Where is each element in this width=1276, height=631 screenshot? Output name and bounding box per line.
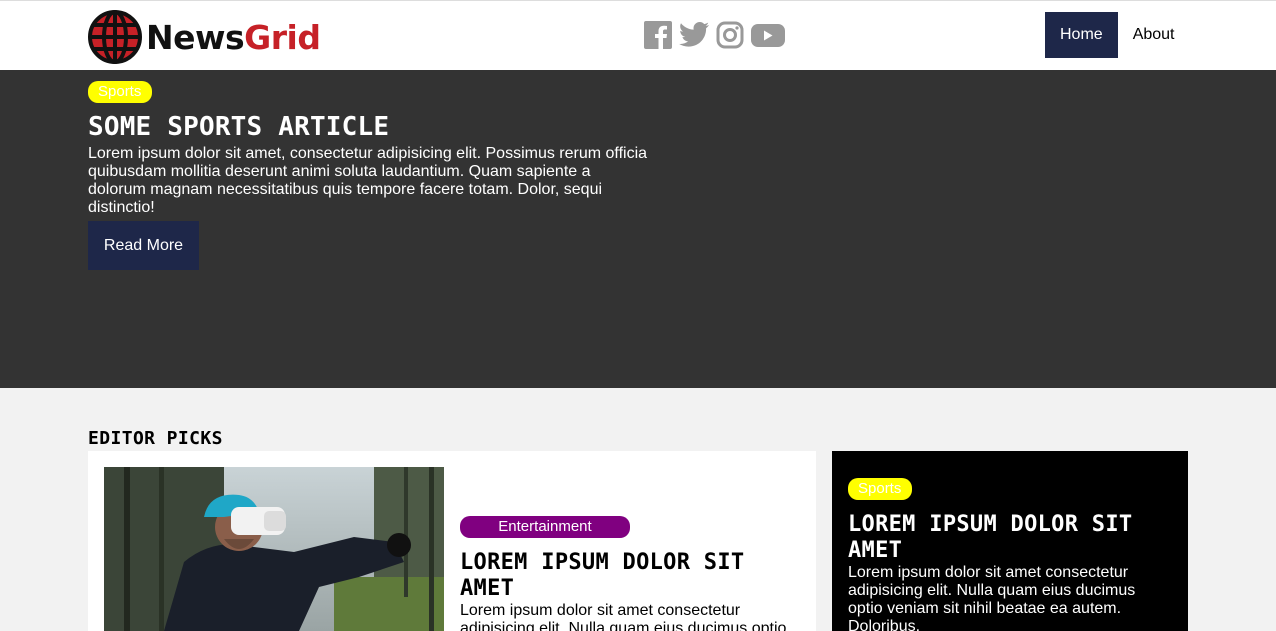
globe-icon [88, 10, 142, 64]
brand-logo[interactable]: NewsGrid [88, 10, 321, 64]
brand-name-part2: Grid [244, 17, 321, 57]
read-more-button[interactable]: Read More [88, 221, 199, 270]
card-text: Lorem ipsum dolor sit amet consectetur a… [460, 602, 787, 631]
editor-pick-card-side[interactable]: Sports LOREM IPSUM DOLOR SIT AMET Lorem … [832, 451, 1188, 631]
editor-pick-card-main[interactable]: Entertainment LOREM IPSUM DOLOR SIT AMET… [88, 451, 816, 631]
navbar: NewsGrid Home About [0, 0, 1276, 70]
social-links [644, 21, 786, 49]
youtube-icon[interactable] [750, 21, 786, 49]
brand-name: NewsGrid [146, 17, 321, 57]
facebook-icon[interactable] [644, 21, 672, 49]
nav-about-link[interactable]: About [1118, 12, 1190, 58]
instagram-icon[interactable] [716, 21, 744, 49]
card-title[interactable]: LOREM IPSUM DOLOR SIT AMET [460, 550, 800, 602]
hero-section: Sports SOME SPORTS ARTICLE Lorem ipsum d… [0, 70, 1276, 388]
card-image-vr-player [104, 467, 444, 631]
card-title[interactable]: LOREM IPSUM DOLOR SIT AMET [848, 512, 1168, 564]
card-category-badge: Sports [848, 478, 912, 500]
twitter-icon[interactable] [678, 21, 710, 49]
main-nav: Home About [1045, 12, 1190, 58]
hero-category-badge: Sports [88, 81, 152, 103]
brand-name-part1: News [146, 17, 245, 57]
hero-title: SOME SPORTS ARTICLE [88, 112, 390, 142]
card-category-badge: Entertainment [460, 516, 630, 538]
nav-home-link[interactable]: Home [1045, 12, 1118, 58]
editor-picks-heading: EDITOR PICKS [88, 428, 223, 449]
hero-text: Lorem ipsum dolor sit amet, consectetur … [88, 145, 648, 216]
card-text: Lorem ipsum dolor sit amet consectetur a… [848, 564, 1136, 631]
